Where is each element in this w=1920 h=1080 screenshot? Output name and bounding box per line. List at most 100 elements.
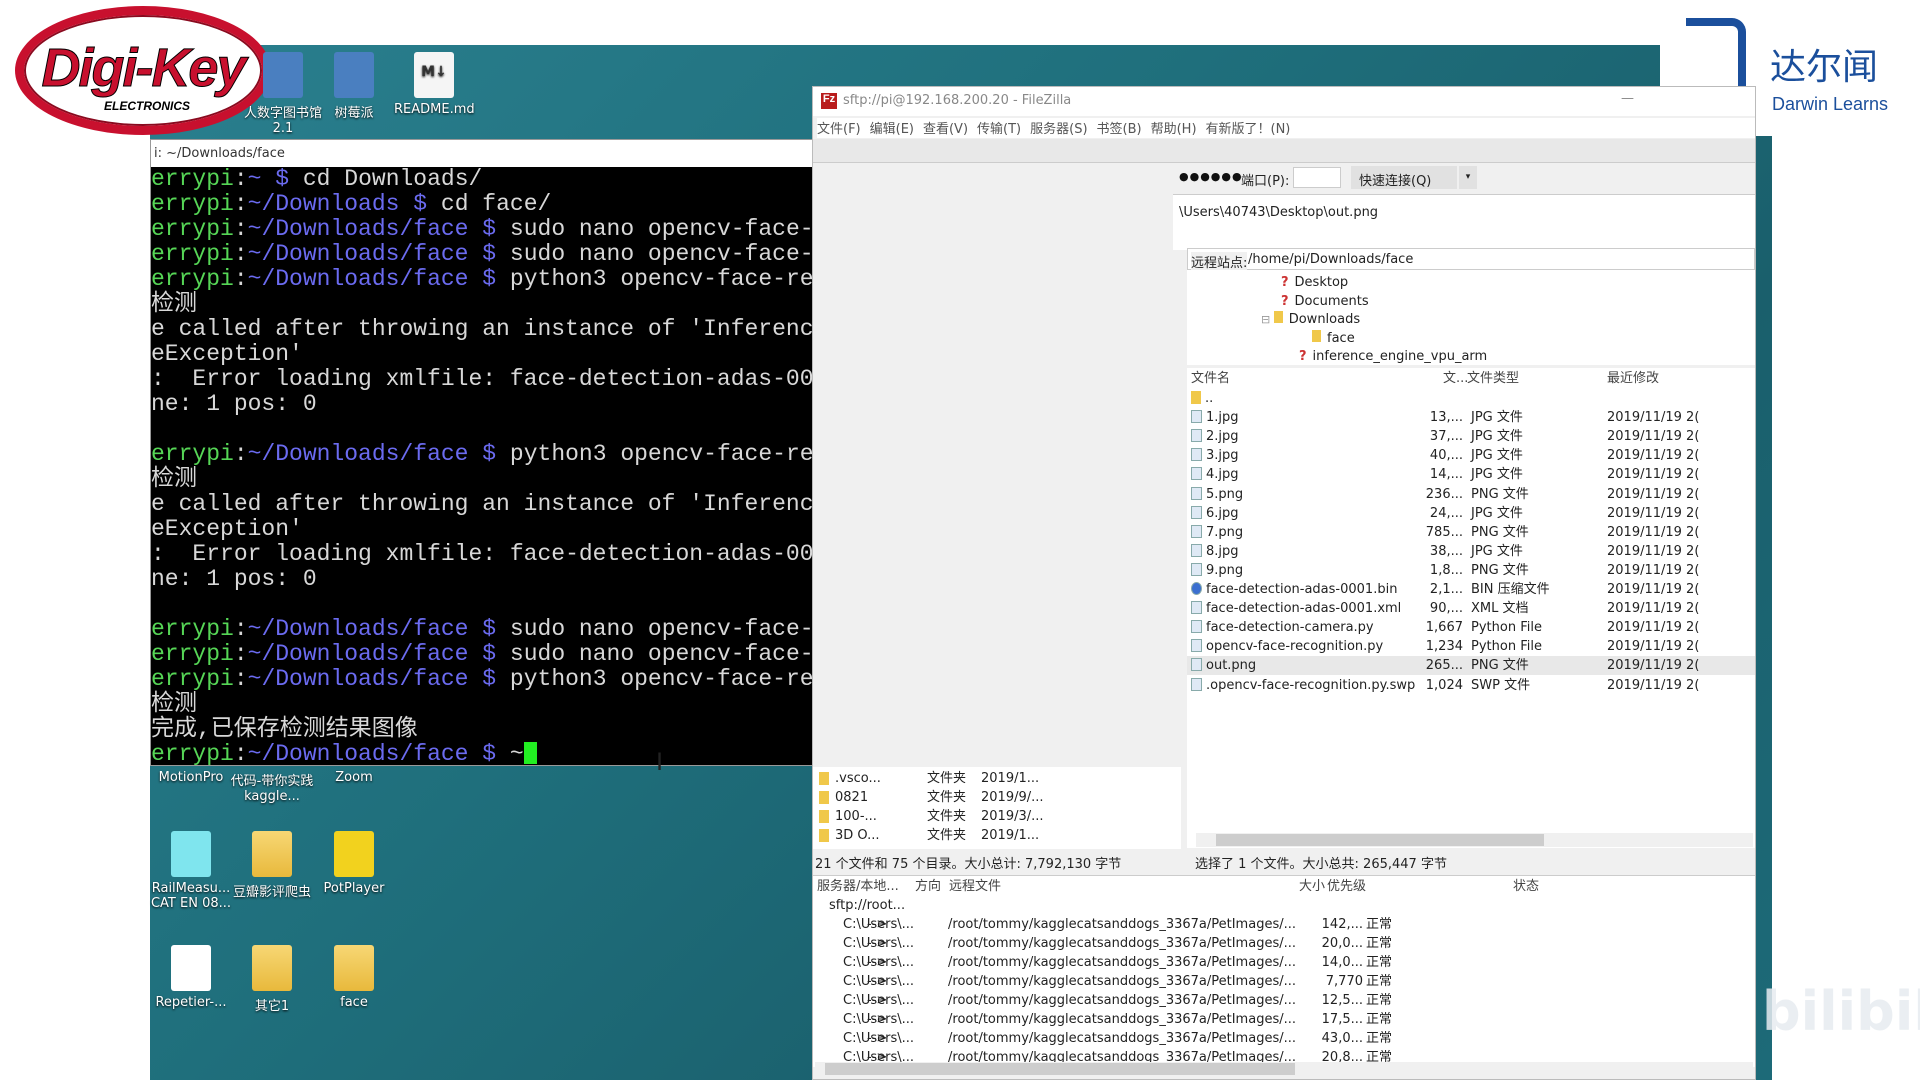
- queue-hscrollbar[interactable]: [815, 1062, 1753, 1076]
- desktop-icon-label: README.md: [394, 102, 475, 117]
- filezilla-window[interactable]: Fz sftp://pi@192.168.200.20 - FileZilla …: [812, 86, 1756, 1080]
- desktop-icon[interactable]: PotPlayer: [314, 831, 394, 896]
- tree-item[interactable]: ⊟ Downloads: [1261, 310, 1360, 329]
- queue-row[interactable]: C:\Users\... -->/root/tommy/kagglecatsand…: [813, 1029, 1733, 1048]
- queue-row[interactable]: C:\Users\... -->/root/tommy/kagglecatsand…: [813, 915, 1733, 934]
- file-row[interactable]: 1.jpg 13,... JPG 文件 2019/11/19 2(: [1187, 408, 1755, 427]
- file-date: 2019/11/19 2(: [1607, 543, 1700, 559]
- file-date: 2019/11/19 2(: [1607, 639, 1700, 655]
- tree-item[interactable]: ? Documents: [1281, 292, 1369, 311]
- menu-item[interactable]: 查看(V): [923, 118, 968, 138]
- column-header[interactable]: 方向: [915, 877, 941, 896]
- file-row[interactable]: opencv-face-recognition.py 1,234 Python Fi…: [1187, 637, 1755, 656]
- column-header[interactable]: 远程文件: [949, 877, 1001, 896]
- queue-row[interactable]: C:\Users\... -->/root/tommy/kagglecatsand…: [813, 953, 1733, 972]
- prompt-path: ~/Downloads/face: [247, 666, 469, 692]
- file-row[interactable]: .opencv-face-recognition.py.swp 1,024 SWP …: [1187, 676, 1755, 695]
- tree-item[interactable]: ? inference_engine_vpu_arm: [1299, 347, 1487, 366]
- file-row[interactable]: 100-... 文件夹 2019/3/...: [813, 807, 1173, 826]
- prompt-colon: :: [233, 641, 248, 667]
- file-row[interactable]: 3.jpg 40,... JPG 文件 2019/11/19 2(: [1187, 446, 1755, 465]
- file-type: JPG 文件: [1471, 505, 1523, 521]
- file-type: BIN 压缩文件: [1471, 582, 1550, 597]
- prompt-user: errypi: [151, 616, 234, 642]
- file-row[interactable]: 4.jpg 14,... JPG 文件 2019/11/19 2(: [1187, 465, 1755, 484]
- prompt-user: errypi: [151, 441, 234, 467]
- python-icon: [1191, 620, 1202, 634]
- file-row[interactable]: 8.jpg 38,... JPG 文件 2019/11/19 2(: [1187, 542, 1755, 561]
- file-type: JPG 文件: [1471, 543, 1523, 559]
- remote-site-input[interactable]: /home/pi/Downloads/face: [1248, 252, 1413, 267]
- terminal-line: errypi:~ $ cd Downloads/: [151, 167, 482, 192]
- queue-row[interactable]: C:\Users\... -->/root/tommy/kagglecatsand…: [813, 1010, 1733, 1029]
- desktop-icon[interactable]: 豆瓣影评爬虫: [232, 831, 312, 900]
- menu-item[interactable]: 传输(T): [977, 118, 1021, 138]
- menu-item[interactable]: 服务器(S): [1030, 118, 1087, 138]
- file-row[interactable]: 3D O... 文件夹 2019/1...: [813, 826, 1173, 845]
- desktop-icon[interactable]: M↓ README.md: [394, 52, 475, 117]
- scroll-thumb[interactable]: [1216, 834, 1544, 846]
- column-header[interactable]: 文件类型: [1467, 369, 1519, 388]
- tree-item[interactable]: face: [1312, 329, 1355, 348]
- local-file-list[interactable]: .vsco... 文件夹 2019/1... 0821 文件夹 2019/9/... 100…: [813, 767, 1181, 849]
- queue-row[interactable]: C:\Users\... -->/root/tommy/kagglecatsand…: [813, 991, 1733, 1010]
- column-header[interactable]: 最近修改: [1607, 369, 1659, 388]
- file-row[interactable]: face-detection-adas-0001.xml 90,... XML 文档…: [1187, 599, 1755, 618]
- desktop-icon[interactable]: face: [314, 945, 394, 1010]
- remote-hscrollbar[interactable]: [1196, 833, 1753, 847]
- password-field[interactable]: ●●●●●●: [1179, 170, 1243, 183]
- desktop-icon-label: PotPlayer: [323, 881, 385, 896]
- column-header[interactable]: 文...: [1443, 369, 1468, 388]
- quickconnect-dropdown[interactable]: ▾: [1459, 166, 1477, 189]
- column-header[interactable]: 状态: [1513, 877, 1539, 896]
- file-row[interactable]: 5.png 236... PNG 文件 2019/11/19 2(: [1187, 485, 1755, 504]
- file-type: Python File: [1471, 639, 1542, 655]
- image-icon: [1191, 429, 1202, 443]
- file-row[interactable]: 6.jpg 24,... JPG 文件 2019/11/19 2(: [1187, 504, 1755, 523]
- column-header[interactable]: 优先级: [1327, 877, 1366, 896]
- menu-item[interactable]: 书签(B): [1097, 118, 1142, 138]
- tree-item[interactable]: ? Desktop: [1281, 273, 1348, 292]
- desktop-icon[interactable]: RailMeasu... CAT EN 08...: [151, 831, 231, 911]
- app-icon: [171, 945, 211, 991]
- menu-item[interactable]: 帮助(H): [1151, 118, 1197, 138]
- desktop-icon[interactable]: Zoom: [314, 770, 394, 785]
- desktop-icon-label: 代码-带你实践kaggle...: [230, 774, 314, 804]
- desktop-icon[interactable]: 树莓派: [314, 52, 394, 121]
- menu-item[interactable]: 编辑(E): [870, 118, 914, 138]
- port-input[interactable]: [1293, 167, 1341, 188]
- queue-server[interactable]: sftp://root...: [829, 896, 905, 915]
- file-row[interactable]: out.png 265... PNG 文件 2019/11/19 2(: [1187, 656, 1755, 676]
- transfer-queue[interactable]: 服务器/本地... 方向 远程文件 大小 优先级 状态 sftp://root... C:\U…: [813, 875, 1755, 1067]
- column-header[interactable]: 服务器/本地...: [817, 877, 899, 896]
- file-row[interactable]: 0821 文件夹 2019/9/...: [813, 788, 1173, 807]
- desktop-icon[interactable]: MotionPro: [151, 770, 231, 785]
- python-icon: [1191, 639, 1202, 653]
- file-row[interactable]: 2.jpg 37,... JPG 文件 2019/11/19 2(: [1187, 427, 1755, 446]
- menu-item[interactable]: 有新版了！(N): [1206, 118, 1291, 138]
- file-row[interactable]: .vsco... 文件夹 2019/1...: [813, 769, 1173, 788]
- minimize-button[interactable]: —: [1621, 91, 1634, 106]
- remote-file-list[interactable]: 文件名 文... 文件类型 最近修改.. 1.jpg 13,... JPG 文件 2019/1…: [1187, 368, 1755, 848]
- queue-row[interactable]: C:\Users\... -->/root/tommy/kagglecatsand…: [813, 934, 1733, 953]
- queue-row[interactable]: C:\Users\... -->/root/tommy/kagglecatsand…: [813, 972, 1733, 991]
- desktop-icon[interactable]: Repetier-...: [151, 945, 231, 1010]
- file-row[interactable]: ..: [1187, 389, 1755, 408]
- file-name-text: 4.jpg: [1206, 467, 1239, 483]
- column-header[interactable]: 大小: [1299, 877, 1325, 896]
- collapse-icon[interactable]: ⊟: [1261, 313, 1274, 326]
- desktop-icon[interactable]: 代码-带你实践kaggle...: [230, 770, 314, 804]
- file-date: 2019/11/19 2(: [1607, 658, 1700, 674]
- desktop-icon[interactable]: 人数字图书馆2.1: [243, 52, 323, 136]
- file-row[interactable]: 7.png 785... PNG 文件 2019/11/19 2(: [1187, 523, 1755, 542]
- scroll-thumb[interactable]: [825, 1063, 1295, 1075]
- file-row[interactable]: face-detection-camera.py 1,667 Python File…: [1187, 618, 1755, 637]
- file-row[interactable]: face-detection-adas-0001.bin 2,1... BIN 压缩…: [1187, 580, 1755, 599]
- remote-tree[interactable]: ? Desktop? Documents ⊟ Downloads face? infere…: [1187, 270, 1755, 365]
- image-icon: [1191, 658, 1202, 672]
- desktop-icon[interactable]: 其它1: [232, 945, 312, 1014]
- quickconnect-button[interactable]: 快速连接(Q): [1351, 166, 1457, 189]
- menu-item[interactable]: 文件(F): [817, 118, 861, 138]
- column-header[interactable]: 文件名: [1191, 369, 1230, 388]
- file-row[interactable]: 9.png 1,8... PNG 文件 2019/11/19 2(: [1187, 561, 1755, 580]
